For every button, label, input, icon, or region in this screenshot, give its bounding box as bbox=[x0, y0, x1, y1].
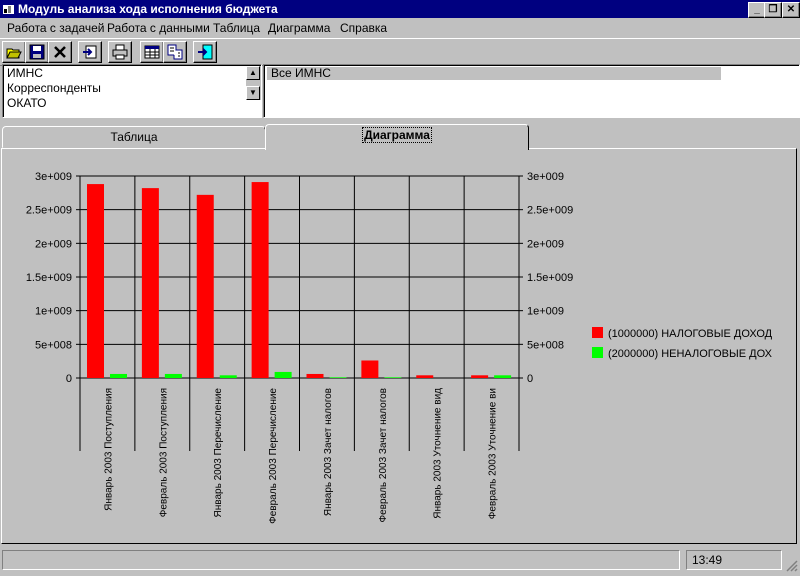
x-tick-label: Февраль 2003 Поступления bbox=[158, 388, 169, 517]
x-tick-label: Февраль 2003 Перечисление bbox=[268, 388, 279, 524]
delete-icon[interactable] bbox=[48, 41, 72, 63]
y-tick-label-left: 0 bbox=[66, 373, 72, 385]
bar bbox=[87, 184, 104, 378]
bar bbox=[196, 194, 214, 378]
y-tick-label-right: 1e+009 bbox=[527, 306, 564, 318]
bar bbox=[274, 371, 292, 378]
tab-table-label: Таблица bbox=[110, 130, 158, 144]
bar bbox=[164, 373, 182, 378]
y-tick-label-left: 5e+008 bbox=[35, 339, 72, 351]
close-button[interactable]: ✕ bbox=[782, 2, 800, 18]
bar bbox=[329, 377, 347, 378]
menu-task[interactable]: Работа с задачей bbox=[7, 21, 104, 35]
value-list[interactable]: Все ИМНС bbox=[263, 64, 800, 118]
status-message bbox=[2, 550, 680, 570]
x-tick-label: Январь 2003 Поступления bbox=[103, 388, 114, 511]
table-icon[interactable] bbox=[140, 41, 164, 63]
x-tick-label: Февраль 2003 Уточнение ви bbox=[488, 388, 499, 519]
title-bar: Модуль анализа хода исполнения бюджета _… bbox=[0, 0, 800, 18]
bar bbox=[361, 360, 379, 378]
y-tick-label-left: 2e+009 bbox=[35, 238, 72, 250]
menu-bar: Работа с задачей Работа с данными Таблиц… bbox=[0, 18, 800, 38]
y-tick-label-right: 2.5e+009 bbox=[527, 205, 573, 217]
bar bbox=[306, 373, 324, 378]
list-vscrollbar[interactable]: ▲ ▼ bbox=[246, 66, 261, 100]
legend-label: (2000000) НЕНАЛОГОВЫЕ ДОХ bbox=[608, 348, 773, 360]
y-tick-label-left: 1.5e+009 bbox=[26, 272, 72, 284]
legend-label: (1000000) НАЛОГОВЫЕ ДОХОД bbox=[608, 328, 773, 340]
y-tick-label-right: 0 bbox=[527, 373, 533, 385]
resize-grip-icon[interactable] bbox=[784, 558, 798, 572]
window-title: Модуль анализа хода исполнения бюджета bbox=[18, 2, 278, 16]
x-tick-label: Февраль 2003 Зачет налогов bbox=[378, 388, 389, 523]
tab-chart[interactable]: Диаграмма bbox=[265, 124, 529, 150]
chart-panel: 0 0 5e+008 5e+008 1e+009 1e+009 1.5e+009 1.5e+0… bbox=[1, 148, 797, 544]
y-tick-label-right: 1.5e+009 bbox=[527, 272, 573, 284]
x-tick-label: Январь 2003 Уточнение вид bbox=[433, 388, 444, 519]
tab-chart-label: Диаграмма bbox=[362, 127, 432, 143]
dimension-list[interactable]: ИМНС Корреспонденты ОКАТО ▲ ▼ ◀ ▶ bbox=[2, 64, 262, 118]
menu-table[interactable]: Таблица bbox=[213, 21, 260, 35]
list-item[interactable]: Корреспонденты bbox=[7, 81, 101, 95]
save-icon[interactable] bbox=[25, 41, 49, 63]
bar bbox=[416, 375, 434, 378]
import-icon[interactable] bbox=[78, 41, 102, 63]
legend-swatch bbox=[592, 347, 603, 358]
list-item[interactable]: ИМНС bbox=[7, 66, 43, 80]
y-tick-label-left: 2.5e+009 bbox=[26, 205, 72, 217]
scroll-down-icon[interactable]: ▼ bbox=[246, 86, 260, 100]
y-tick-label-right: 5e+008 bbox=[527, 339, 564, 351]
bar bbox=[251, 182, 269, 378]
x-tick-label: Январь 2003 Зачет налогов bbox=[323, 388, 334, 516]
open-icon[interactable] bbox=[2, 41, 26, 63]
recalc-icon[interactable] bbox=[163, 41, 187, 63]
print-icon[interactable] bbox=[108, 41, 132, 63]
tab-table[interactable]: Таблица bbox=[2, 126, 266, 148]
bar bbox=[494, 375, 512, 378]
tab-strip: Таблица Диаграмма bbox=[0, 124, 800, 150]
y-tick-label-left: 3e+009 bbox=[35, 171, 72, 183]
bar bbox=[141, 188, 159, 378]
status-bar: 13:49 bbox=[0, 548, 800, 574]
y-tick-label-right: 2e+009 bbox=[527, 238, 564, 250]
menu-help[interactable]: Справка bbox=[340, 21, 387, 35]
scroll-up-icon[interactable]: ▲ bbox=[246, 66, 260, 80]
exit-icon[interactable] bbox=[193, 41, 217, 63]
main-window: Модуль анализа хода исполнения бюджета _… bbox=[0, 0, 800, 576]
legend-swatch bbox=[592, 327, 603, 338]
menu-data[interactable]: Работа с данными bbox=[107, 21, 210, 35]
app-icon bbox=[3, 5, 14, 14]
x-tick-label: Январь 2003 Перечисление bbox=[213, 388, 224, 518]
y-tick-label-right: 3e+009 bbox=[527, 171, 564, 183]
list-item-selected[interactable]: Все ИМНС bbox=[267, 67, 721, 80]
menu-chart[interactable]: Диаграмма bbox=[268, 21, 330, 35]
bar bbox=[384, 377, 402, 378]
status-time: 13:49 bbox=[686, 550, 782, 570]
toolbar bbox=[0, 38, 800, 66]
bar-chart: 0 0 5e+008 5e+008 1e+009 1e+009 1.5e+009 1.5e+0… bbox=[26, 171, 773, 524]
restore-button[interactable]: ❐ bbox=[764, 2, 782, 18]
bar bbox=[219, 375, 237, 378]
list-item[interactable]: ОКАТО bbox=[7, 96, 47, 110]
bar bbox=[471, 375, 489, 378]
y-tick-label-left: 1e+009 bbox=[35, 306, 72, 318]
bar bbox=[110, 373, 127, 378]
